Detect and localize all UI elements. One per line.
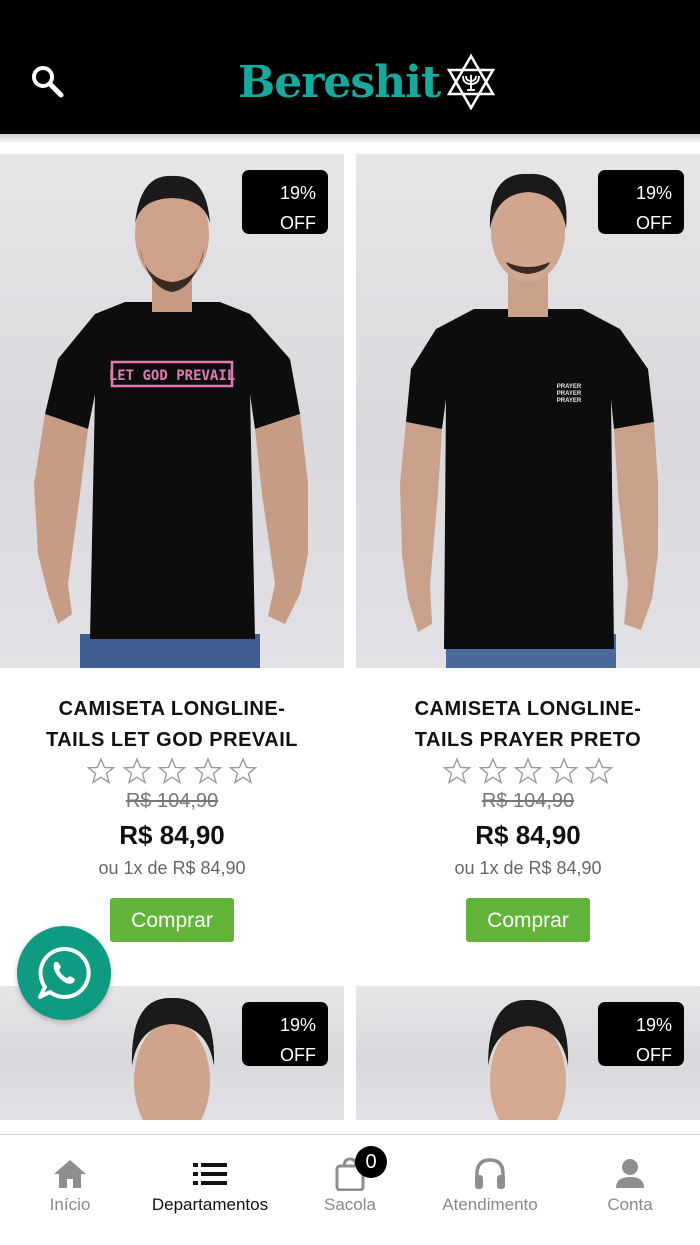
star-icon (478, 757, 507, 785)
product-title[interactable]: CAMISETA LONGLINE- TAILS PRAYER PRETO (376, 694, 680, 756)
logo-text: Bereshit (238, 56, 441, 108)
price: R$ 84,90 (119, 820, 225, 850)
rating-stars (443, 757, 613, 787)
nav-item-sacola[interactable]: Sacola (280, 1135, 420, 1245)
bottom-nav: Início Departamentos Sacola Atendimento … (0, 1134, 700, 1245)
home-icon (51, 1155, 89, 1193)
installment-text: ou 1x de R$ 84,90 (454, 858, 602, 878)
star-of-david-icon (447, 53, 496, 111)
svg-text:PRAYER: PRAYER (557, 384, 582, 390)
svg-text:PRAYER: PRAYER (557, 398, 582, 404)
star-icon (443, 757, 471, 785)
nav-label: Início (49, 1195, 91, 1214)
nav-label: Departamentos (151, 1195, 269, 1214)
discount-off: OFF (636, 213, 672, 233)
discount-off: OFF (280, 1045, 316, 1065)
discount-off: OFF (280, 213, 316, 233)
star-icon (514, 757, 542, 785)
search-icon[interactable] (30, 64, 64, 98)
product-title-line2: TAILS PRAYER PRETO (414, 729, 642, 751)
star-icon (122, 757, 151, 785)
shirt-print: LET GOD PREVAIL (109, 368, 235, 384)
star-icon (87, 757, 115, 785)
user-icon (611, 1155, 649, 1193)
nav-label: Conta (607, 1195, 653, 1214)
product-title[interactable]: CAMISETA LONGLINE- TAILS LET GOD PREVAIL (20, 694, 324, 756)
product-title-line1: CAMISETA LONGLINE- (414, 698, 642, 720)
old-price: R$ 104,90 (481, 790, 575, 812)
product-title-line2: TAILS LET GOD PREVAIL (46, 729, 298, 751)
nav-item-atendimento[interactable]: Atendimento (420, 1135, 560, 1245)
discount-percent: 19% (279, 1015, 316, 1035)
headset-icon (471, 1155, 509, 1193)
discount-percent: 19% (635, 1015, 672, 1035)
discount-percent: 19% (635, 183, 672, 203)
price: R$ 84,90 (475, 820, 581, 850)
product-title-line1: CAMISETA LONGLINE- (58, 698, 286, 720)
installment-text: ou 1x de R$ 84,90 (98, 858, 246, 878)
star-icon (158, 757, 186, 785)
star-icon (229, 757, 257, 785)
old-price: R$ 104,90 (125, 790, 219, 812)
brand-logo[interactable]: Bereshit (238, 50, 500, 114)
discount-badge: 19% OFF (598, 1002, 684, 1066)
nav-item-inicio[interactable]: Início (0, 1135, 140, 1245)
nav-label: Atendimento (442, 1195, 538, 1214)
header-shadow (0, 134, 700, 144)
bag-count-badge: 0 (355, 1146, 387, 1178)
discount-badge: 19% OFF (242, 1002, 328, 1066)
discount-badge: 19% OFF (242, 170, 328, 234)
buy-button[interactable]: Comprar (466, 898, 590, 942)
rating-stars (87, 757, 257, 787)
star-icon (193, 757, 222, 785)
svg-text:PRAYER: PRAYER (557, 391, 582, 397)
discount-percent: 19% (279, 183, 316, 203)
list-icon (191, 1155, 229, 1193)
discount-badge: 19% OFF (598, 170, 684, 234)
nav-item-departamentos[interactable]: Departamentos (140, 1135, 280, 1245)
star-icon (585, 757, 613, 785)
whatsapp-icon (38, 946, 91, 999)
whatsapp-button[interactable] (17, 926, 111, 1020)
nav-label: Sacola (324, 1195, 376, 1214)
star-icon (549, 757, 578, 785)
nav-item-conta[interactable]: Conta (560, 1135, 700, 1245)
app-header: Bereshit (0, 0, 700, 134)
buy-button[interactable]: Comprar (110, 898, 234, 942)
discount-off: OFF (636, 1045, 672, 1065)
